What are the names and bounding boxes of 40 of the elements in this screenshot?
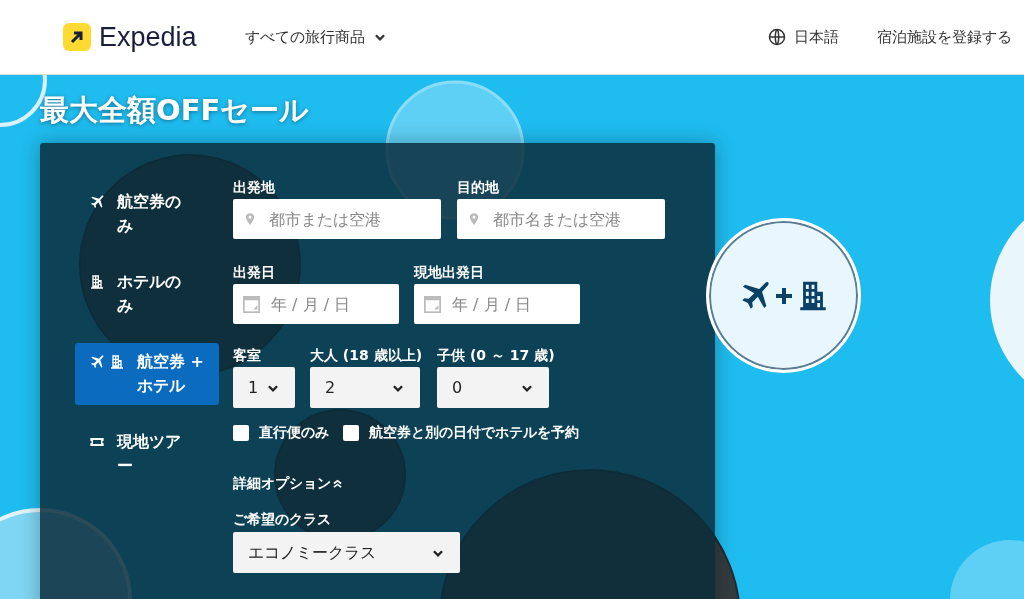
- all-travel-menu[interactable]: すべての旅行商品: [244, 25, 387, 49]
- count-select[interactable]: 2: [310, 367, 420, 408]
- building-icon: [89, 274, 105, 290]
- checkbox[interactable]: [233, 424, 249, 441]
- list-property-link[interactable]: 宿泊施設を登録する: [877, 25, 1012, 49]
- checkbox[interactable]: [343, 424, 359, 441]
- calendar-icon: [243, 296, 260, 313]
- plus-icon: [775, 287, 792, 304]
- search-type-tab[interactable]: ホテルのみ: [75, 263, 219, 325]
- count-select[interactable]: 0: [437, 367, 550, 408]
- date-input[interactable]: 年 / 月 / 日: [414, 284, 580, 324]
- building-icon: [109, 354, 125, 370]
- logo-text: Expedia: [99, 20, 197, 54]
- globe-icon: [768, 28, 786, 46]
- field-label: ご希望のクラス: [233, 512, 332, 526]
- field-label: 出発地: [233, 180, 276, 194]
- field-label: 客室: [233, 348, 262, 362]
- cabin-class-select[interactable]: エコノミークラス: [233, 532, 460, 573]
- location-input[interactable]: 都市または空港: [233, 199, 441, 239]
- search-type-tab[interactable]: 現地ツアー: [75, 423, 219, 485]
- logo-icon: [63, 23, 91, 51]
- promo-title: 最大全額OFFセール: [40, 92, 311, 129]
- field-label: 子供 (0 ～ 17 歳): [437, 348, 555, 362]
- checkbox-label: 航空券と別の日付でホテルを予約: [369, 423, 579, 442]
- search-type-tab[interactable]: 航空券のみ: [75, 183, 219, 245]
- language-button[interactable]: 日本語: [768, 25, 839, 49]
- calendar-icon: [424, 296, 441, 313]
- search-type-tab[interactable]: 航空券 + ホテル: [75, 343, 219, 405]
- field-label: 現地出発日: [414, 265, 485, 279]
- plane-icon: [89, 354, 105, 370]
- count-select[interactable]: 1: [233, 367, 295, 408]
- location-input[interactable]: 都市名または空港: [457, 199, 665, 239]
- checkbox-label: 直行便のみ: [259, 423, 329, 442]
- plane-icon: [89, 194, 105, 210]
- field-label: 出発日: [233, 265, 276, 279]
- field-label: 目的地: [457, 180, 500, 194]
- advanced-options-toggle[interactable]: 詳細オプション: [233, 473, 342, 494]
- field-label: 大人 (18 歳以上): [310, 348, 423, 362]
- double-chevron-up-icon: [333, 479, 342, 488]
- date-input[interactable]: 年 / 月 / 日: [233, 284, 399, 324]
